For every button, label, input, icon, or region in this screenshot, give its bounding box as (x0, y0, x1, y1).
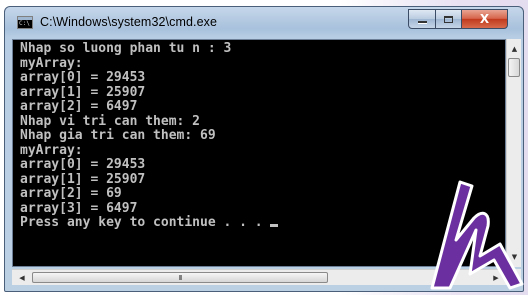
console-line: myArray: (20, 142, 83, 158)
scroll-left-button[interactable]: ◀ (14, 271, 30, 284)
console-line: array[0] = 29453 (20, 157, 146, 172)
console-line: myArray: (20, 55, 83, 71)
h-logo (430, 180, 524, 290)
press-any-key-text: Press any key to continue . . . (20, 215, 271, 230)
console-line: array[1] = 25907 (20, 84, 146, 100)
h-logo-shape (430, 180, 524, 290)
console-line: Nhap gia tri can them: 69 (20, 128, 216, 143)
scroll-up-button[interactable]: ▲ (508, 41, 521, 57)
maximize-icon (444, 15, 453, 23)
minimize-button[interactable] (408, 9, 436, 29)
console-line: array[3] = 6497 (20, 200, 138, 216)
title-bar[interactable]: C:\ C:\Windows\system32\cmd.exe X (5, 7, 523, 39)
cmd-icon-text: C:\ (19, 20, 30, 27)
console-line: array[1] = 25907 (20, 171, 146, 187)
console-line: Nhap so luong phan tu n : 3 (20, 41, 232, 56)
window-title: C:\Windows\system32\cmd.exe (40, 15, 218, 29)
console-line: array[2] = 6497 (20, 99, 138, 114)
console-line: array[0] = 29453 (20, 70, 146, 85)
horizontal-scroll-thumb[interactable]: III (32, 272, 328, 283)
console-lines: Nhap so luong phan tu n : 3 myArray: arr… (13, 41, 279, 231)
text-cursor (270, 224, 279, 227)
minimize-icon (417, 21, 427, 23)
console-line: Nhap vi tri can them: 2 (20, 113, 201, 129)
close-button[interactable]: X (461, 9, 508, 29)
console-line-prompt: Press any key to continue . . . (13, 215, 279, 231)
cmd-icon[interactable]: C:\ (17, 16, 33, 29)
thumb-grip-icon: III (178, 273, 182, 282)
maximize-button[interactable] (435, 9, 462, 29)
close-icon: X (479, 12, 490, 26)
vertical-scroll-thumb[interactable] (508, 58, 520, 77)
console-line: array[2] = 69 (20, 186, 122, 201)
